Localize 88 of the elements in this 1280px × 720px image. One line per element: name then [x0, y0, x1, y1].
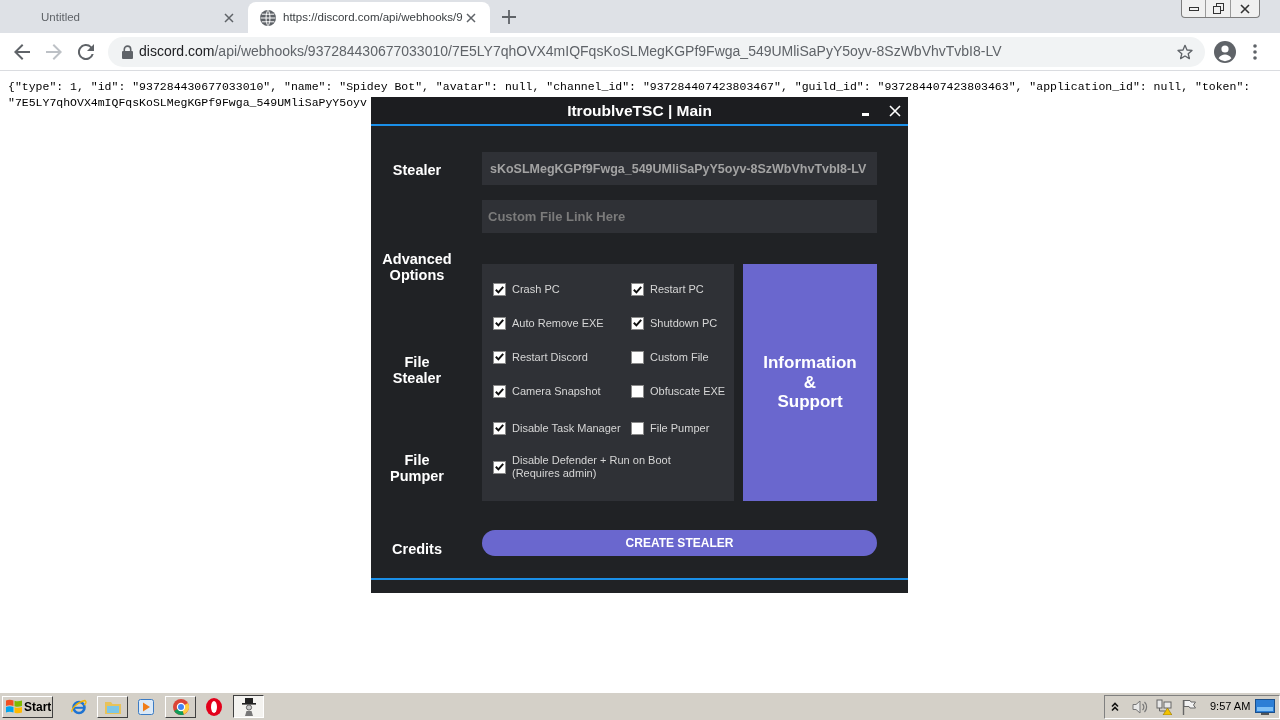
create-stealer-button[interactable]: CREATE STEALER	[482, 530, 877, 556]
checkbox[interactable]	[631, 283, 644, 296]
taskbar-button[interactable]	[206, 697, 222, 716]
browser-e-logo-icon	[71, 698, 87, 715]
checkbox[interactable]	[493, 385, 506, 398]
tray-button[interactable]	[1132, 698, 1148, 715]
option-label: Custom File	[650, 350, 709, 364]
close-icon	[889, 105, 901, 117]
checkbox[interactable]	[631, 350, 644, 364]
close-icon	[224, 12, 234, 23]
account-icon	[1214, 40, 1236, 63]
close-icon	[466, 12, 476, 23]
option-label: Restart Discord	[512, 350, 588, 364]
option-label: Camera Snapshot	[512, 385, 601, 398]
nav-item[interactable]: File Stealer	[392, 354, 442, 386]
webhook-field[interactable]: sKoSLMegKGPf9Fwga_549UMliSaPyY5oyv-8SzWbVhvTvbI8-LV	[482, 152, 877, 185]
account-button[interactable]	[1214, 40, 1236, 63]
monitor-icon	[1255, 698, 1275, 715]
option-label: Crash PC	[512, 283, 560, 296]
check-icon	[495, 353, 504, 361]
window-title: ItroublveTSC | Main	[567, 100, 712, 121]
option-label: Shutdown PC	[650, 316, 718, 330]
speaker-icon	[1132, 698, 1148, 715]
checkbox[interactable]	[493, 460, 506, 474]
option-label: File Pumper	[650, 421, 710, 435]
nav-item[interactable]: Stealer	[392, 162, 442, 178]
close-icon	[1240, 3, 1250, 14]
custom-file-field[interactable]: Custom File Link Here	[482, 200, 877, 233]
ring-icon	[206, 697, 222, 716]
option-label: Disable Defender + Run on Boot (Requires admin)	[512, 454, 671, 480]
browser-tab[interactable]: Untitled	[6, 2, 248, 33]
browser-tab[interactable]: https://discord.com/api/webhooks/9	[248, 2, 490, 33]
checkbox[interactable]	[493, 350, 506, 364]
json-text-line: "7E5LY7qhOVX4mIQFqsKoSLMegKGPf9Fwga_549UMliSaPyY5oyv	[8, 95, 367, 111]
information-support-button[interactable]: Information & Support	[743, 264, 877, 501]
reload-icon	[78, 43, 94, 60]
show-hidden-icons-button[interactable]	[1110, 700, 1120, 713]
check-icon	[495, 285, 504, 294]
new-tab-button[interactable]	[500, 8, 518, 26]
minimize-icon	[1188, 6, 1199, 11]
checkbox[interactable]	[493, 283, 506, 296]
network-warning-icon	[1156, 698, 1172, 715]
play-icon	[138, 698, 154, 715]
minimize-button[interactable]	[861, 112, 869, 116]
check-icon	[495, 424, 504, 432]
checkbox[interactable]	[493, 421, 506, 435]
tray-button[interactable]	[1181, 698, 1197, 715]
start-button[interactable]: Start	[2, 695, 53, 718]
double-chevron-icon	[1111, 701, 1119, 712]
option-label: Obfuscate EXE	[650, 385, 726, 398]
plus-icon	[502, 10, 516, 24]
bookmark-button[interactable]	[1176, 42, 1194, 61]
nav-item[interactable]: File Pumper	[390, 452, 444, 484]
check-icon	[495, 387, 504, 396]
check-icon	[633, 285, 642, 294]
close-tab-button[interactable]	[222, 10, 236, 25]
check-icon	[633, 319, 642, 327]
checkbox[interactable]	[631, 316, 644, 330]
option-label: Restart PC	[650, 283, 704, 296]
menu-button[interactable]	[1250, 41, 1260, 62]
checkbox[interactable]	[631, 421, 644, 435]
minimize-icon	[861, 112, 869, 116]
hat-figure-icon	[241, 697, 256, 716]
back-arrow-icon	[14, 43, 30, 60]
segmented-circle-icon	[172, 698, 189, 715]
checkbox[interactable]	[493, 316, 506, 330]
restore-icon	[1212, 3, 1224, 14]
nav-item[interactable]: Credits	[392, 541, 442, 557]
option-label: Auto Remove EXE	[512, 316, 604, 330]
show-desktop-button[interactable]	[1254, 697, 1276, 716]
flag-icon	[1182, 698, 1196, 715]
check-icon	[495, 319, 504, 327]
menu-icon	[1253, 43, 1257, 60]
option-label: Disable Task Manager	[512, 421, 621, 435]
folder-icon	[104, 699, 121, 714]
nav-item[interactable]: Advanced Options	[382, 251, 452, 283]
clock[interactable]: 9:57 AM	[1210, 698, 1251, 715]
close-button[interactable]	[888, 104, 902, 118]
windows-flag-icon	[6, 699, 22, 714]
json-text-line: {"type": 1, "id": "937284430677033010", "name": "Spidey Bot", "avatar": null, "channel_id": "937284407423803467", "guild_id": "937284407423803463", "application_id": null, "token":	[8, 79, 1251, 95]
star-icon	[1177, 43, 1193, 60]
forward-arrow-icon	[46, 43, 62, 60]
taskbar-app-button[interactable]	[233, 695, 264, 718]
check-icon	[495, 463, 504, 471]
tray-button[interactable]	[1156, 698, 1172, 715]
close-tab-button[interactable]	[464, 10, 478, 25]
checkbox[interactable]	[631, 385, 644, 398]
lock-icon	[122, 44, 133, 59]
